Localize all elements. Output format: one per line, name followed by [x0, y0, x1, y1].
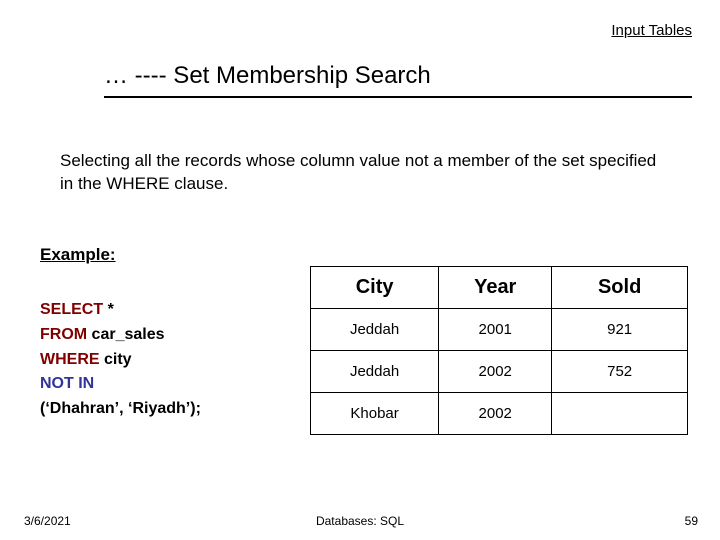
sql-where-col: city — [100, 351, 132, 368]
cell-city: Khobar — [311, 393, 439, 435]
table-row: Jeddah 2001 921 — [311, 309, 688, 351]
table-row: Jeddah 2002 752 — [311, 351, 688, 393]
cell-year: 2002 — [439, 351, 552, 393]
sql-kw-from: FROM — [40, 326, 87, 343]
result-table-wrap: City Year Sold Jeddah 2001 921 Jeddah 20… — [310, 266, 688, 435]
cell-year: 2001 — [439, 309, 552, 351]
sql-line-notin: NOT IN — [40, 372, 201, 397]
sql-kw-where: WHERE — [40, 351, 100, 368]
sql-star: * — [103, 301, 114, 318]
col-header-city: City — [311, 267, 439, 309]
slide: Input Tables … ---- Set Membership Searc… — [0, 0, 720, 540]
table-row: Khobar 2002 — [311, 393, 688, 435]
footer-page-number: 59 — [685, 514, 698, 528]
col-header-year: Year — [439, 267, 552, 309]
sql-line-from: FROM car_sales — [40, 323, 201, 348]
footer-date: 3/6/2021 — [24, 514, 71, 528]
sql-line-where: WHERE city — [40, 348, 201, 373]
sql-block: SELECT * FROM car_sales WHERE city NOT I… — [40, 298, 201, 422]
sql-line-list: (‘Dhahran’, ‘Riyadh’); — [40, 397, 201, 422]
input-tables-link[interactable]: Input Tables — [611, 22, 692, 39]
cell-sold — [552, 393, 688, 435]
cell-year: 2002 — [439, 393, 552, 435]
slide-title: … ---- Set Membership Search — [104, 62, 431, 89]
title-row: … ---- Set Membership Search — [104, 62, 692, 98]
example-label: Example: — [40, 245, 116, 265]
result-table: City Year Sold Jeddah 2001 921 Jeddah 20… — [310, 266, 688, 435]
footer-center: Databases: SQL — [316, 514, 404, 528]
cell-city: Jeddah — [311, 309, 439, 351]
cell-city: Jeddah — [311, 351, 439, 393]
cell-sold: 752 — [552, 351, 688, 393]
sql-line-select: SELECT * — [40, 298, 201, 323]
col-header-sold: Sold — [552, 267, 688, 309]
table-header-row: City Year Sold — [311, 267, 688, 309]
cell-sold: 921 — [552, 309, 688, 351]
sql-kw-select: SELECT — [40, 301, 103, 318]
body-paragraph: Selecting all the records whose column v… — [60, 150, 672, 196]
sql-from-table: car_sales — [87, 326, 164, 343]
sql-kw-notin: NOT IN — [40, 375, 94, 392]
